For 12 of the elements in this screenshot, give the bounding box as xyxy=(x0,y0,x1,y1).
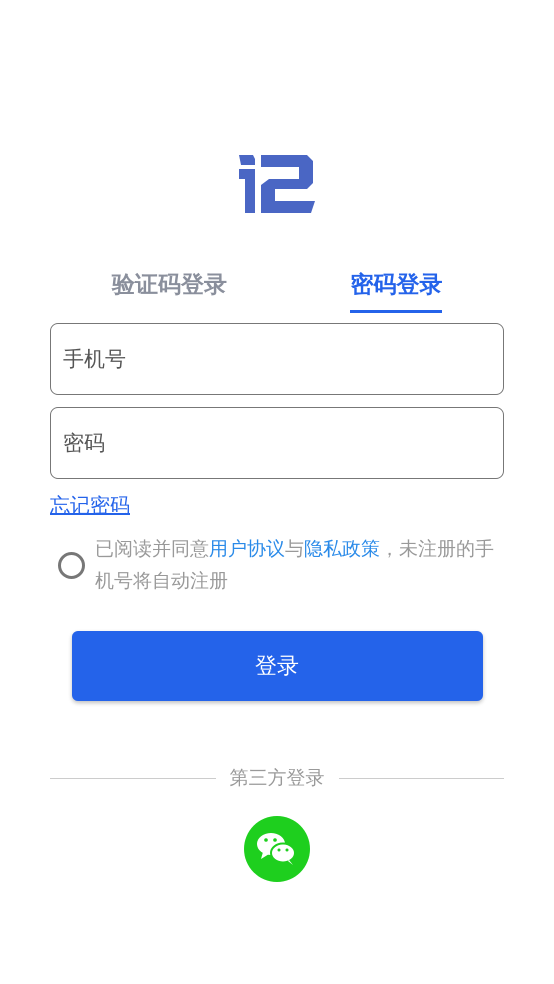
agreement-link[interactable]: 用户协议 xyxy=(209,538,285,560)
agreement-radio[interactable] xyxy=(58,552,85,578)
input-field[interactable]: 密码 xyxy=(50,407,504,479)
tab[interactable]: 密码登录 xyxy=(350,265,442,313)
tab[interactable]: 验证码登录 xyxy=(112,265,227,313)
logo-icon xyxy=(239,155,315,213)
forgot-password-link[interactable]: 忘记密码 xyxy=(50,492,130,519)
input-field[interactable]: 手机号 xyxy=(50,323,504,395)
third-party-label: 第三方登录 xyxy=(230,766,324,791)
login-button[interactable]: 登录 xyxy=(72,631,482,701)
agreement-link[interactable]: 隐私政策 xyxy=(304,538,380,560)
agreement-text: 已阅读并同意用户协议与隐私政策，未注册的手机号将自动注册 xyxy=(95,537,495,594)
